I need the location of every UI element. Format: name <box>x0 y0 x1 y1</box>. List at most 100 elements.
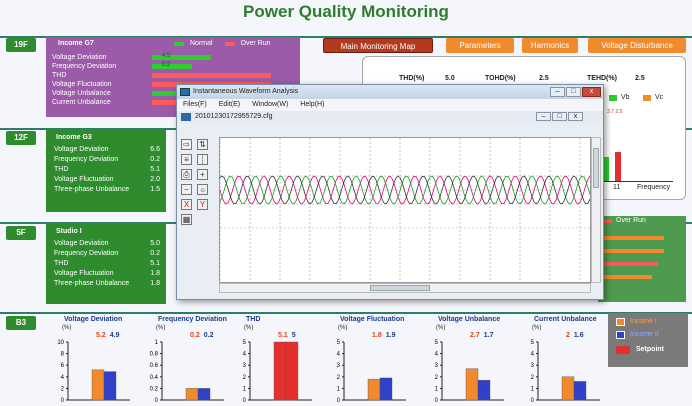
tehd-label: TEHD(%) <box>587 75 617 82</box>
b3-chart-tick: 0 <box>243 398 247 402</box>
grid-icon[interactable]: ▦ <box>181 214 192 225</box>
b3-chart-tick: 0 <box>61 398 65 402</box>
floor19-level-fill <box>152 64 192 69</box>
legend-normal-label: Normal <box>190 40 213 47</box>
split-icon[interactable]: ⇅ <box>197 139 208 150</box>
floor12-row-label: THD <box>54 166 69 173</box>
harmonic-bar-red <box>615 152 621 181</box>
window-titlebar[interactable]: Instantaneous Waveform Analysis – □ x <box>177 85 603 99</box>
horizontal-scroll-thumb[interactable] <box>370 285 430 291</box>
b3-chart-title: Voltage Deviation <box>64 316 123 323</box>
scale-icon[interactable]: ≡ <box>181 154 192 165</box>
b3-chart-tick: 3 <box>435 363 439 369</box>
b3-chart-title: THD <box>246 316 261 323</box>
orange-bar <box>602 249 664 253</box>
floor12-row-value: 0.2 <box>150 156 160 163</box>
close-button[interactable]: x <box>582 87 601 97</box>
floor5-row-label: Voltage Fluctuation <box>54 270 114 277</box>
floor19-title: Income G7 <box>58 40 94 47</box>
b3-chart-svg: 5 4 3 2 1 0 <box>337 340 406 402</box>
floor12-panel[interactable]: Income G3 Voltage Deviation 6.6 Frequency … <box>46 130 166 212</box>
floor5-row-value: 1.8 <box>150 270 160 277</box>
child-close-button[interactable]: x <box>568 112 583 121</box>
print-icon[interactable]: ⎙ <box>181 169 192 180</box>
floor-19f-badge[interactable]: 19F <box>6 38 36 52</box>
floor5-row-label: Frequency Deviation <box>54 250 119 257</box>
tool-palette: ⇨ ⇅ ≡ ┊ ⎙ + − ☼ X Y ▦ <box>181 139 208 225</box>
menu-bar: Files(F) Edit(E) Window(W) Help(H) <box>177 99 603 111</box>
b3-chart-bar <box>561 376 575 401</box>
floor5-row: Frequency Deviation 0.2 <box>52 250 160 260</box>
menu-edit[interactable]: Edit(E) <box>219 99 240 111</box>
floor19-row-label: THD <box>52 72 67 79</box>
y-axis-icon[interactable]: Y <box>197 199 208 210</box>
b3-chart-tick: 6 <box>61 363 65 369</box>
vb-label: Vb <box>621 94 630 101</box>
floor12-row: Three-phase Unbalance 1.5 <box>52 186 160 196</box>
harmonics-button[interactable]: Harmonics <box>522 38 578 53</box>
b3-chart-title: Voltage Fluctuation <box>340 316 405 323</box>
child-minimize-button[interactable]: – <box>536 112 551 121</box>
main-monitoring-map-button[interactable]: Main Monitoring Map <box>323 38 433 53</box>
import-icon[interactable]: ⇨ <box>181 139 192 150</box>
maximize-button[interactable]: □ <box>566 87 581 97</box>
floor12-row: Voltage Deviation 6.6 <box>52 146 160 156</box>
x-axis-icon[interactable]: X <box>181 199 192 210</box>
b3-chart-title: Current Unbalance <box>534 316 597 323</box>
floor12-row: Frequency Deviation 0.2 <box>52 156 160 166</box>
child-maximize-button[interactable]: □ <box>552 112 567 121</box>
orange-bar <box>602 275 652 279</box>
harmonic-xlabel: Frequency <box>637 184 671 191</box>
b3-chart-tick: 1 <box>337 386 341 392</box>
legend-overrun-label: Over Run <box>240 40 271 47</box>
zoom-in-icon[interactable]: + <box>197 169 208 180</box>
menu-window[interactable]: Window(W) <box>252 99 288 111</box>
horizontal-scrollbar[interactable] <box>219 283 591 293</box>
floor19-level-fill <box>152 73 271 78</box>
b3-chart-tick: 4 <box>243 352 247 358</box>
floor-12f-badge[interactable]: 12F <box>6 131 36 145</box>
waveform-analysis-window[interactable]: Instantaneous Waveform Analysis – □ x Fi… <box>176 84 604 300</box>
floor12-row-value: 6.6 <box>150 146 160 153</box>
b3-chart-tick: 4 <box>61 375 65 381</box>
b3-chart-tick: 1 <box>243 386 247 392</box>
b3-chart-ylabel: (%) <box>532 325 542 331</box>
floor19-level-fill <box>152 55 212 60</box>
floor12-row-label: Frequency Deviation <box>54 156 119 163</box>
minimize-button[interactable]: – <box>550 87 565 97</box>
range-icon[interactable]: ┊ <box>197 154 208 165</box>
floor-b3-badge[interactable]: B3 <box>6 316 36 330</box>
zoom-out-icon[interactable]: − <box>181 184 192 195</box>
window-title: Instantaneous Waveform Analysis <box>193 88 299 95</box>
b3-chart-tick: 4 <box>435 352 439 358</box>
floor5-panel[interactable]: Studio I Voltage Deviation 5.0 Frequency D… <box>46 224 166 304</box>
page-title: Power Quality Monitoring <box>243 2 449 21</box>
voltage-disturbance-button[interactable]: Voltage Disturbance <box>588 38 686 53</box>
legend-income1-label: Income I <box>630 318 657 325</box>
floor12-row-value: 1.5 <box>150 186 160 193</box>
vertical-scroll-thumb[interactable] <box>593 148 599 188</box>
floor19-row-label: Voltage Deviation <box>52 54 107 61</box>
thd-value: 5.0 <box>445 75 455 82</box>
menu-help[interactable]: Help(H) <box>300 99 324 111</box>
floor12-row-label: Three-phase Unbalance <box>54 186 130 193</box>
b3-chart-bar <box>273 341 287 401</box>
b3-chart-tick: 1 <box>155 340 159 346</box>
menu-files[interactable]: Files(F) <box>183 99 207 111</box>
floor19-row: Frequency Deviation 0.2 <box>52 62 294 71</box>
floor12-row-label: Voltage Fluctuation <box>54 176 114 183</box>
harmonic-axis <box>603 181 673 182</box>
floor5-row-value: 1.8 <box>150 280 160 287</box>
floor12-row-value: 2.0 <box>150 176 160 183</box>
tohd-value: 2.5 <box>539 75 549 82</box>
b3-chart-tick: 0 <box>531 398 535 402</box>
b3-chart-tick: 3 <box>337 363 341 369</box>
settings-icon[interactable]: ☼ <box>197 184 208 195</box>
waveform-plot[interactable] <box>219 137 591 283</box>
floor-5f-badge[interactable]: 5F <box>6 226 36 240</box>
child-titlebar[interactable]: 20101230172955729.cfg – □ x <box>177 111 603 123</box>
b3-chart-tick: 10 <box>57 340 64 346</box>
parameters-button[interactable]: Parameters <box>446 38 514 53</box>
b3-chart-ylabel: (%) <box>338 325 348 331</box>
vertical-scrollbar[interactable] <box>591 137 601 283</box>
